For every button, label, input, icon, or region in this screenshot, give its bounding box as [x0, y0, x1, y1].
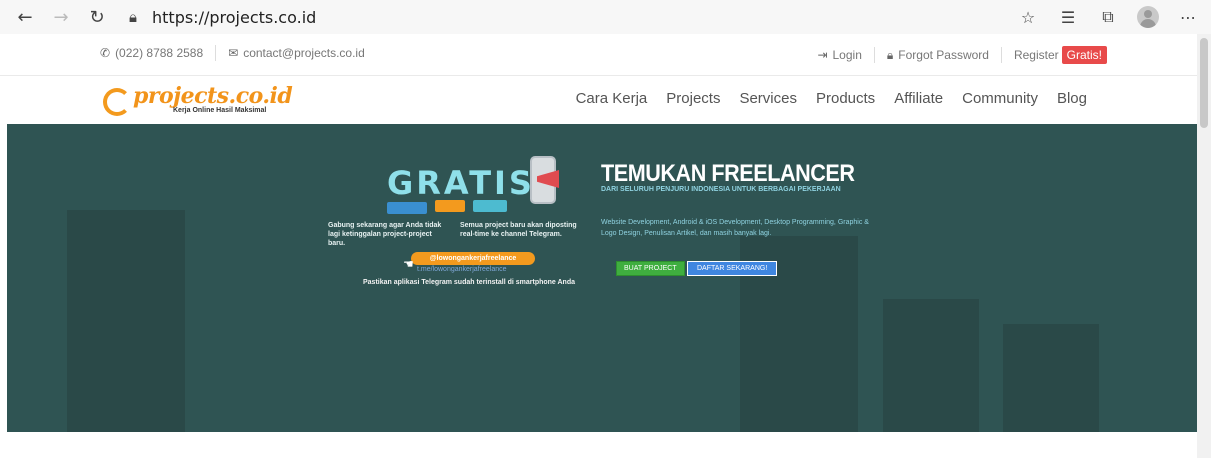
- background-bar: [1003, 324, 1099, 432]
- site-logo[interactable]: projects.co.id Kerja Online Hasil Maksim…: [103, 83, 293, 117]
- monitor-icon: [435, 200, 465, 212]
- laptop-icon: [387, 202, 427, 214]
- divider: [1000, 47, 1002, 63]
- back-arrow-icon[interactable]: ←: [14, 6, 36, 28]
- hero-description: Website Development, Android & iOS Devel…: [601, 219, 869, 237]
- email-icon: ✉: [228, 46, 239, 60]
- logo-swoosh-icon: [103, 88, 131, 116]
- background-bar: [883, 299, 979, 432]
- browser-toolbar: ← → ↻ 🔒︎ https://projects.co.id ☆ ☰ ⧉ ⋯: [0, 0, 1211, 34]
- main-navbar: projects.co.id Kerja Online Hasil Maksim…: [0, 77, 1197, 123]
- hero-subtitle: DARI SELURUH PENJURU INDONESIA UNTUK BER…: [601, 186, 841, 193]
- menu-item-services[interactable]: Services: [739, 90, 797, 107]
- hero-title: TEMUKAN FREELANCER: [601, 160, 855, 187]
- gratis-badge[interactable]: Gratis!: [1061, 46, 1107, 64]
- avatar[interactable]: [1137, 6, 1159, 28]
- gratis-promo-graphic: GRATIS: [387, 156, 563, 214]
- main-menu: Cara Kerja Projects Services Products Af…: [576, 90, 1087, 107]
- daftar-sekarang-button[interactable]: DAFTAR SEKARANG!: [687, 261, 778, 276]
- menu-item-products[interactable]: Products: [816, 90, 875, 107]
- lock-icon: 🔒︎: [129, 8, 137, 26]
- register-link[interactable]: Register: [1014, 48, 1059, 62]
- telegram-note: Pastikan aplikasi Telegram sudah terinst…: [363, 279, 576, 286]
- login-icon: ⇥: [817, 48, 828, 62]
- forward-arrow-icon[interactable]: →: [50, 6, 72, 28]
- telegram-handle-pill[interactable]: @lowongankerjafreelance: [411, 252, 535, 265]
- promo-caption-right: Semua project baru akan diposting real-t…: [460, 222, 577, 238]
- gratis-headline: GRATIS: [387, 164, 535, 202]
- lock-icon: 🔒︎: [886, 47, 894, 62]
- more-icon[interactable]: ⋯: [1177, 6, 1199, 28]
- scrollbar-thumb[interactable]: [1200, 38, 1208, 128]
- logo-tagline: Kerja Online Hasil Maksimal: [173, 107, 267, 114]
- address-bar[interactable]: https://projects.co.id: [152, 8, 316, 27]
- menu-item-blog[interactable]: Blog: [1057, 90, 1087, 107]
- promo-caption-left: Gabung sekarang agar Anda tidak lagi ket…: [328, 222, 442, 247]
- menu-item-community[interactable]: Community: [962, 90, 1038, 107]
- telegram-link[interactable]: t.me/lowongankerjafreelance: [417, 266, 507, 273]
- contact-bar: ✆ (022) 8788 2588 ✉ contact@projects.co.…: [0, 34, 1197, 76]
- star-icon[interactable]: ☆: [1017, 6, 1039, 28]
- pointing-hand-icon: ☚: [403, 257, 414, 271]
- refresh-icon[interactable]: ↻: [86, 6, 108, 28]
- divider: [215, 45, 217, 61]
- hero-banner: GRATIS Gabung sekarang agar Anda tidak l…: [7, 124, 1197, 432]
- background-bar: [67, 210, 185, 432]
- tablet-icon: [473, 200, 507, 212]
- phone-number: (022) 8788 2588: [115, 46, 204, 60]
- menu-item-affiliate[interactable]: Affiliate: [894, 90, 943, 107]
- divider: [873, 47, 875, 63]
- favorites-list-icon[interactable]: ☰: [1057, 6, 1079, 28]
- buat-project-button[interactable]: BUAT PROJECT: [616, 261, 685, 276]
- email-link[interactable]: contact@projects.co.id: [243, 46, 365, 60]
- login-link[interactable]: Login: [833, 48, 862, 62]
- menu-item-projects[interactable]: Projects: [666, 90, 720, 107]
- page-scrollbar[interactable]: [1197, 34, 1211, 458]
- menu-item-cara-kerja[interactable]: Cara Kerja: [576, 90, 648, 107]
- collections-icon[interactable]: ⧉: [1097, 6, 1119, 28]
- logo-text: projects.co.id: [133, 83, 293, 109]
- forgot-password-link[interactable]: Forgot Password: [898, 48, 989, 62]
- phone-icon: ✆: [100, 46, 111, 60]
